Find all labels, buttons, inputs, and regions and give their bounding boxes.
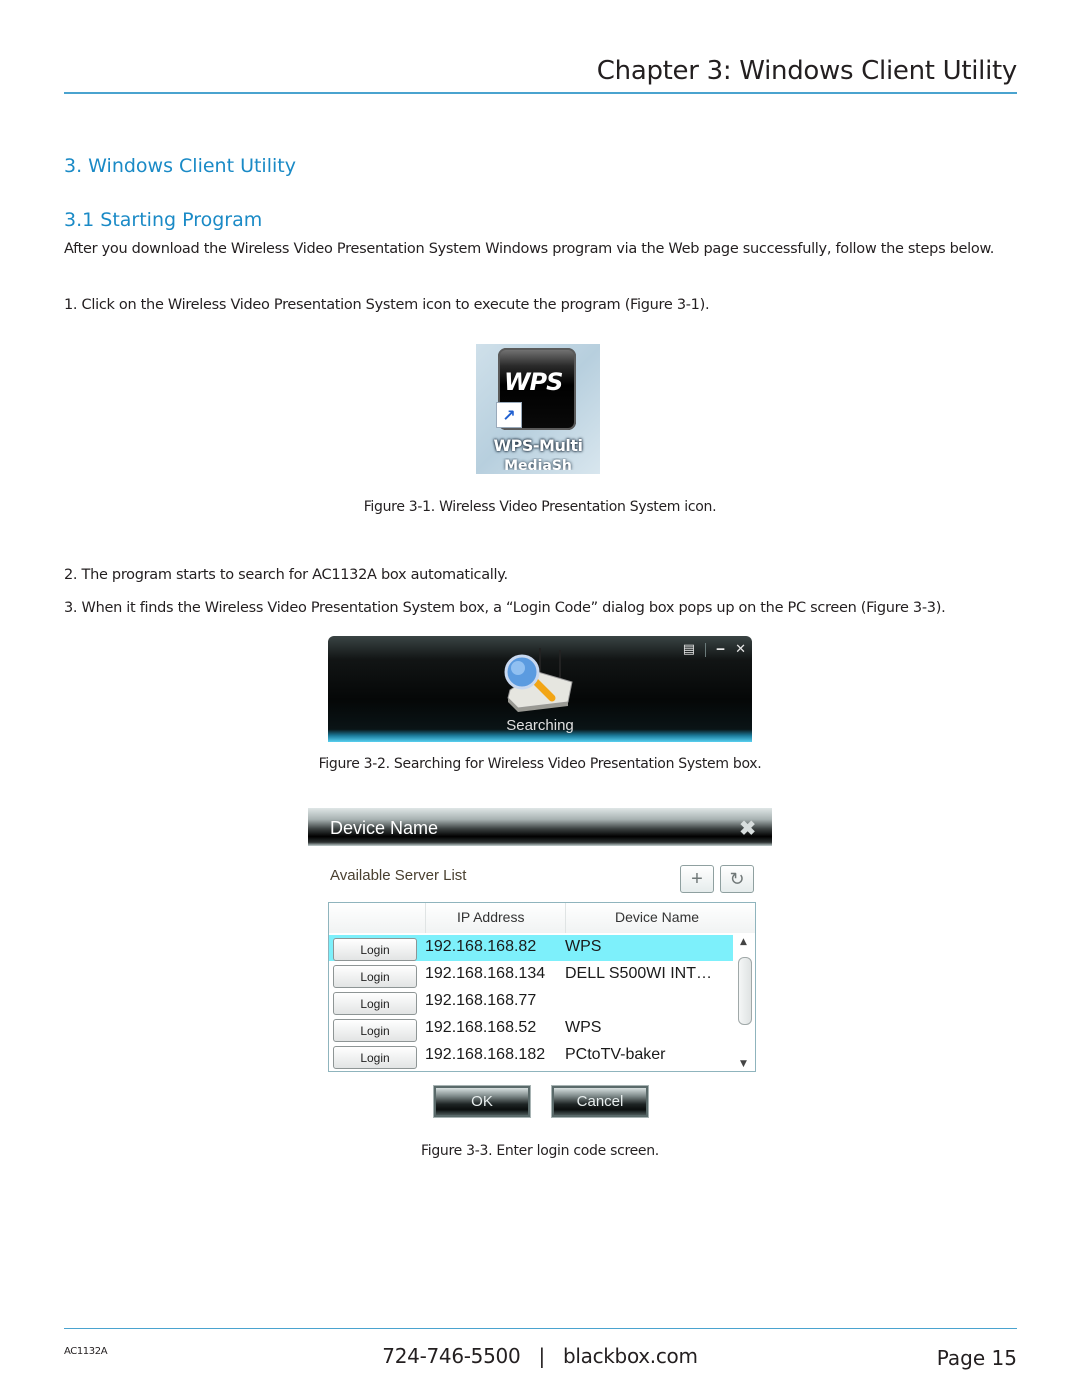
figure-3-caption: Figure 3-3. Enter login code screen. [421, 1143, 659, 1159]
device-name: WPS [565, 1019, 602, 1036]
subsection-title: 3.1 Starting Program [64, 209, 263, 231]
figure-1-caption: Figure 3-1. Wireless Video Presentation … [363, 499, 717, 515]
server-list: IP Address Device Name Login 192.168.168… [328, 902, 756, 1072]
figure-2-caption: Figure 3-2. Searching for Wireless Video… [318, 756, 762, 772]
menu-icon[interactable]: ▤ [683, 642, 695, 657]
column-header-device[interactable]: Device Name [615, 909, 699, 925]
wps-icon-label: WPS-Multi [493, 436, 583, 455]
cancel-button[interactable]: Cancel [552, 1086, 648, 1117]
close-icon[interactable]: ✕ [735, 642, 746, 657]
footer-website[interactable]: blackbox.com [563, 1344, 698, 1368]
ip-address: 192.168.168.182 [425, 1046, 546, 1063]
wps-icon-text: WPS [504, 368, 563, 396]
page-number: Page 15 [936, 1346, 1017, 1370]
wps-icon-label-line2: MediaSh [504, 458, 572, 470]
step-1: 1. Click on the Wireless Video Presentat… [64, 297, 710, 313]
wps-desktop-icon[interactable]: WPS ↗ WPS-Multi MediaSh [476, 344, 600, 474]
scroll-down-icon[interactable]: ▼ [740, 1059, 747, 1069]
footer-separator: | [538, 1344, 545, 1368]
controls-divider [705, 642, 707, 657]
server-row[interactable]: Login 192.168.168.52 WPS [329, 1016, 733, 1042]
router-search-icon [504, 648, 573, 712]
device-name: PCtoTV-baker [565, 1046, 666, 1063]
device-name: WPS [565, 938, 602, 955]
plus-icon: + [691, 867, 703, 890]
ip-address: 192.168.168.77 [425, 992, 537, 1009]
column-divider [565, 903, 566, 933]
login-button[interactable]: Login [333, 1019, 417, 1042]
vertical-scrollbar[interactable]: ▲ ▼ [737, 935, 753, 1069]
refresh-button[interactable]: ↻ [720, 865, 754, 893]
chapter-title: Chapter 3: Windows Client Utility [596, 56, 1018, 86]
device-name-dialog: Device Name ✖ Available Server List + ↻ … [308, 808, 772, 1117]
ip-address: 192.168.168.82 [425, 938, 537, 955]
searching-status: Searching [506, 717, 574, 734]
login-button[interactable]: Login [333, 1046, 417, 1069]
header-rule [64, 92, 1017, 94]
intro-paragraph: After you download the Wireless Video Pr… [64, 241, 995, 257]
searching-window: ▤ ‒ ✕ Searching [328, 636, 752, 742]
dialog-title: Device Name [330, 818, 439, 838]
server-row[interactable]: Login 192.168.168.182 PCtoTV-baker [329, 1043, 733, 1069]
footer-phone: 724-746-5500 [382, 1344, 521, 1368]
minimize-icon[interactable]: ‒ [716, 642, 725, 657]
step-2: 2. The program starts to search for AC11… [64, 567, 508, 583]
ip-address: 192.168.168.134 [425, 965, 546, 982]
column-header-ip[interactable]: IP Address [457, 909, 524, 925]
close-icon[interactable]: ✖ [739, 816, 756, 841]
login-button[interactable]: Login [333, 965, 417, 988]
shortcut-arrow-icon: ↗ [496, 402, 522, 428]
window-controls: ▤ ‒ ✕ [683, 642, 746, 657]
login-button[interactable]: Login [333, 938, 417, 961]
column-divider [425, 903, 426, 933]
server-list-label: Available Server List [330, 867, 467, 884]
server-row[interactable]: Login 192.168.168.82 WPS [329, 935, 733, 961]
server-row[interactable]: Login 192.168.168.77 [329, 989, 733, 1015]
device-name: DELL S500WI INT… [565, 965, 713, 982]
scroll-thumb[interactable] [738, 957, 752, 1025]
footer-rule [64, 1328, 1017, 1329]
login-button[interactable]: Login [333, 992, 417, 1015]
footer-contact: 724-746-5500 | blackbox.com [0, 1344, 1080, 1368]
refresh-icon: ↻ [729, 868, 745, 889]
section-title: 3. Windows Client Utility [64, 155, 296, 177]
ip-address: 192.168.168.52 [425, 1019, 537, 1036]
step-3: 3. When it finds the Wireless Video Pres… [64, 600, 946, 616]
dialog-titlebar: Device Name ✖ [308, 808, 772, 846]
server-row[interactable]: Login 192.168.168.134 DELL S500WI INT… [329, 962, 733, 988]
scroll-up-icon[interactable]: ▲ [740, 937, 747, 947]
list-header: IP Address Device Name [329, 903, 755, 933]
ok-button[interactable]: OK [434, 1086, 530, 1117]
add-server-button[interactable]: + [680, 865, 714, 893]
